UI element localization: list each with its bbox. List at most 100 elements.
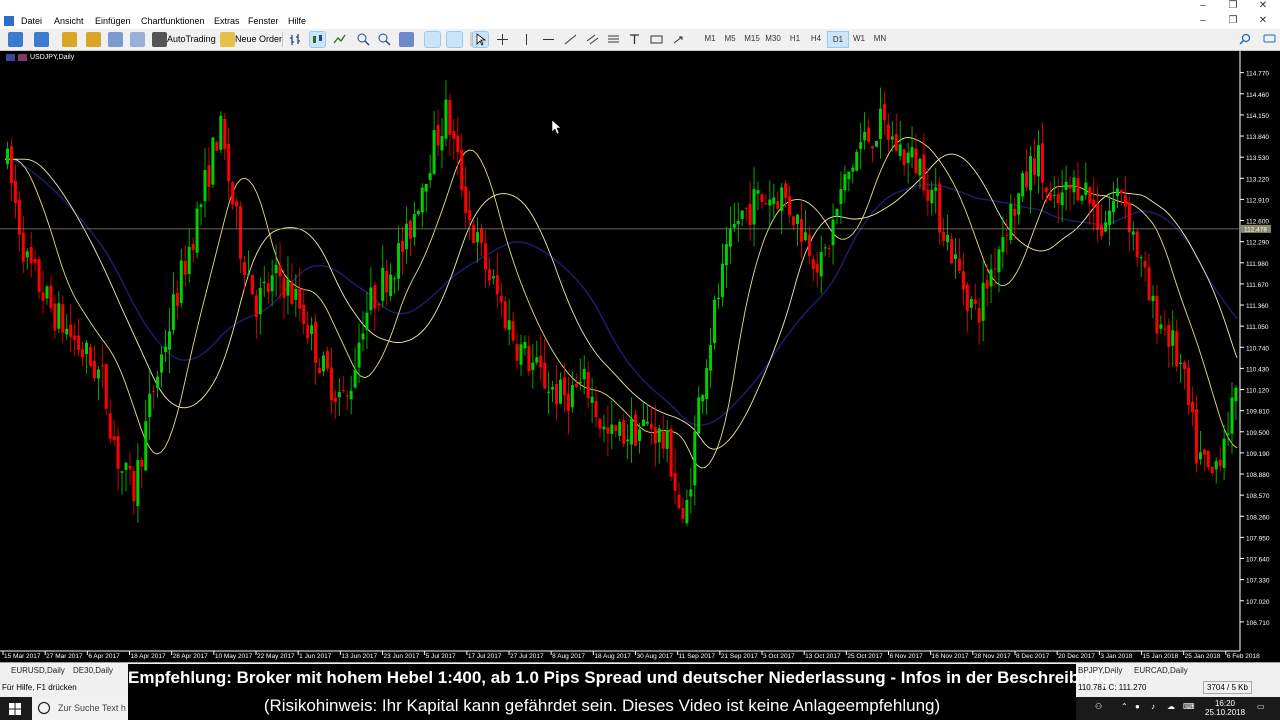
fibonacci-icon[interactable]	[606, 32, 621, 47]
data-window-icon[interactable]	[108, 32, 123, 47]
tf-h4[interactable]: H4	[806, 34, 826, 43]
navigator-icon[interactable]	[62, 32, 77, 47]
tf-w1[interactable]: W1	[849, 34, 869, 43]
menu-datei[interactable]: Datei	[21, 16, 42, 26]
date-label: 17 Jul 2017	[468, 653, 502, 660]
candle-body	[1183, 362, 1187, 370]
auto-scroll-icon[interactable]	[446, 31, 463, 48]
chart-tab[interactable]: EURUSD,Daily	[11, 666, 65, 675]
candle-body	[65, 328, 69, 335]
menu-extras[interactable]: Extras	[214, 16, 240, 26]
candle-body	[1029, 156, 1033, 191]
candle-body	[815, 264, 819, 273]
candle-body	[1009, 204, 1013, 241]
equidistant-channel-icon[interactable]	[585, 32, 600, 47]
video-banner: Empfehlung: Broker mit hohem Hebel 1:400…	[128, 664, 1116, 720]
tf-m30[interactable]: M30	[763, 34, 783, 43]
arrows-icon[interactable]	[671, 32, 686, 47]
zoom-in-icon[interactable]	[356, 32, 371, 47]
minimize-button[interactable]: –	[1188, 0, 1218, 14]
candle-body	[164, 346, 167, 353]
child-minimize-button[interactable]: –	[1188, 15, 1218, 26]
cursor-icon[interactable]	[472, 31, 489, 48]
people-icon[interactable]: ⚇	[1095, 702, 1102, 711]
child-restore-button[interactable]: ❐	[1218, 15, 1248, 26]
chart-tab[interactable]: DE30,Daily	[73, 666, 113, 675]
tf-m15[interactable]: M15	[742, 34, 762, 43]
bar-chart-icon[interactable]	[288, 32, 303, 47]
candle-body	[333, 397, 337, 402]
chart-symbol-icon	[18, 54, 27, 61]
price-chart[interactable]: 114.770 114.460 114.150 113.840 113.530 113.2…	[0, 51, 1280, 662]
candle-body	[318, 367, 322, 374]
tf-mn[interactable]: MN	[870, 34, 890, 43]
menu-hilfe[interactable]: Hilfe	[288, 16, 306, 26]
candle-body	[219, 115, 223, 150]
candle-body	[748, 204, 752, 225]
menu-ansicht[interactable]: Ansicht	[54, 16, 84, 26]
onedrive-icon[interactable]: ☁	[1167, 702, 1175, 711]
candle-body	[1044, 187, 1048, 192]
keyboard-icon[interactable]: ⌨	[1183, 702, 1195, 711]
profiles-icon[interactable]	[34, 32, 49, 47]
taskbar-search-box[interactable]: Zur Suche Text h	[32, 697, 130, 720]
search-icon[interactable]	[1238, 32, 1253, 47]
tf-h1[interactable]: H1	[785, 34, 805, 43]
candle-body	[286, 279, 290, 296]
clock[interactable]: 16:20 25.10.2018	[1205, 699, 1245, 717]
volume-icon[interactable]: ♪	[1151, 702, 1155, 711]
windows-start-icon[interactable]	[9, 703, 21, 715]
notifications-icon[interactable]: ▭	[1257, 702, 1265, 711]
date-label: 23 Jun 2017	[384, 653, 420, 660]
menu-fenster[interactable]: Fenster	[248, 16, 279, 26]
new-order-icon[interactable]	[220, 32, 235, 47]
candlestick-icon[interactable]	[309, 31, 326, 48]
crosshair-icon[interactable]	[495, 32, 510, 47]
autotrading-button[interactable]: AutoTrading	[167, 34, 216, 44]
terminal-icon[interactable]	[130, 32, 145, 47]
restore-button[interactable]: ❐	[1218, 0, 1248, 14]
chart-tab[interactable]: EURCAD,Daily	[1134, 666, 1188, 675]
autotrading-icon[interactable]	[152, 32, 167, 47]
candle-body	[811, 258, 815, 269]
network-icon[interactable]: ●	[1135, 702, 1140, 711]
date-label: 16 Nov 2017	[932, 653, 969, 660]
tray-overflow-icon[interactable]: ⌃	[1121, 702, 1128, 711]
candle-body	[531, 362, 535, 371]
chart-area[interactable]: 114.770 114.460 114.150 113.840 113.530 113.2…	[0, 51, 1280, 662]
menu-chartfunktionen[interactable]: Chartfunktionen	[141, 16, 205, 26]
line-chart-icon[interactable]	[332, 32, 347, 47]
child-close-button[interactable]: ✕	[1248, 15, 1278, 26]
clock-time: 16:20	[1214, 699, 1236, 708]
zoom-out-icon[interactable]	[377, 32, 392, 47]
horizontal-line-icon[interactable]	[541, 32, 556, 47]
candle-body	[306, 325, 310, 339]
candle-body	[511, 321, 515, 341]
new-chart-icon[interactable]	[8, 32, 23, 47]
new-order-button[interactable]: Neue Order	[235, 34, 282, 44]
candle-body	[661, 431, 665, 449]
candle-body	[227, 143, 231, 182]
candle-body	[1017, 193, 1021, 215]
menu-einfuegen[interactable]: Einfügen	[95, 16, 131, 26]
status-help-text: Für Hilfe, F1 drücken	[2, 683, 77, 692]
tf-m1[interactable]: M1	[700, 34, 720, 43]
tf-m5[interactable]: M5	[720, 34, 740, 43]
vertical-line-icon[interactable]	[519, 32, 534, 47]
tf-d1[interactable]: D1	[827, 31, 849, 48]
candle-body	[985, 280, 989, 289]
candle-body	[21, 232, 25, 262]
chart-shift-icon[interactable]	[424, 31, 441, 48]
close-button[interactable]: ✕	[1248, 0, 1278, 14]
candle-body	[167, 331, 171, 350]
candle-body	[610, 424, 614, 434]
trendline-icon[interactable]	[563, 32, 578, 47]
candle-body	[902, 149, 906, 165]
candle-body	[440, 136, 444, 151]
text-label-icon[interactable]	[649, 32, 664, 47]
chat-icon[interactable]	[1262, 32, 1277, 47]
price-label: 111.670	[1246, 282, 1269, 289]
text-icon[interactable]	[627, 32, 642, 47]
tile-windows-icon[interactable]	[399, 32, 414, 47]
market-watch-icon[interactable]	[86, 32, 101, 47]
